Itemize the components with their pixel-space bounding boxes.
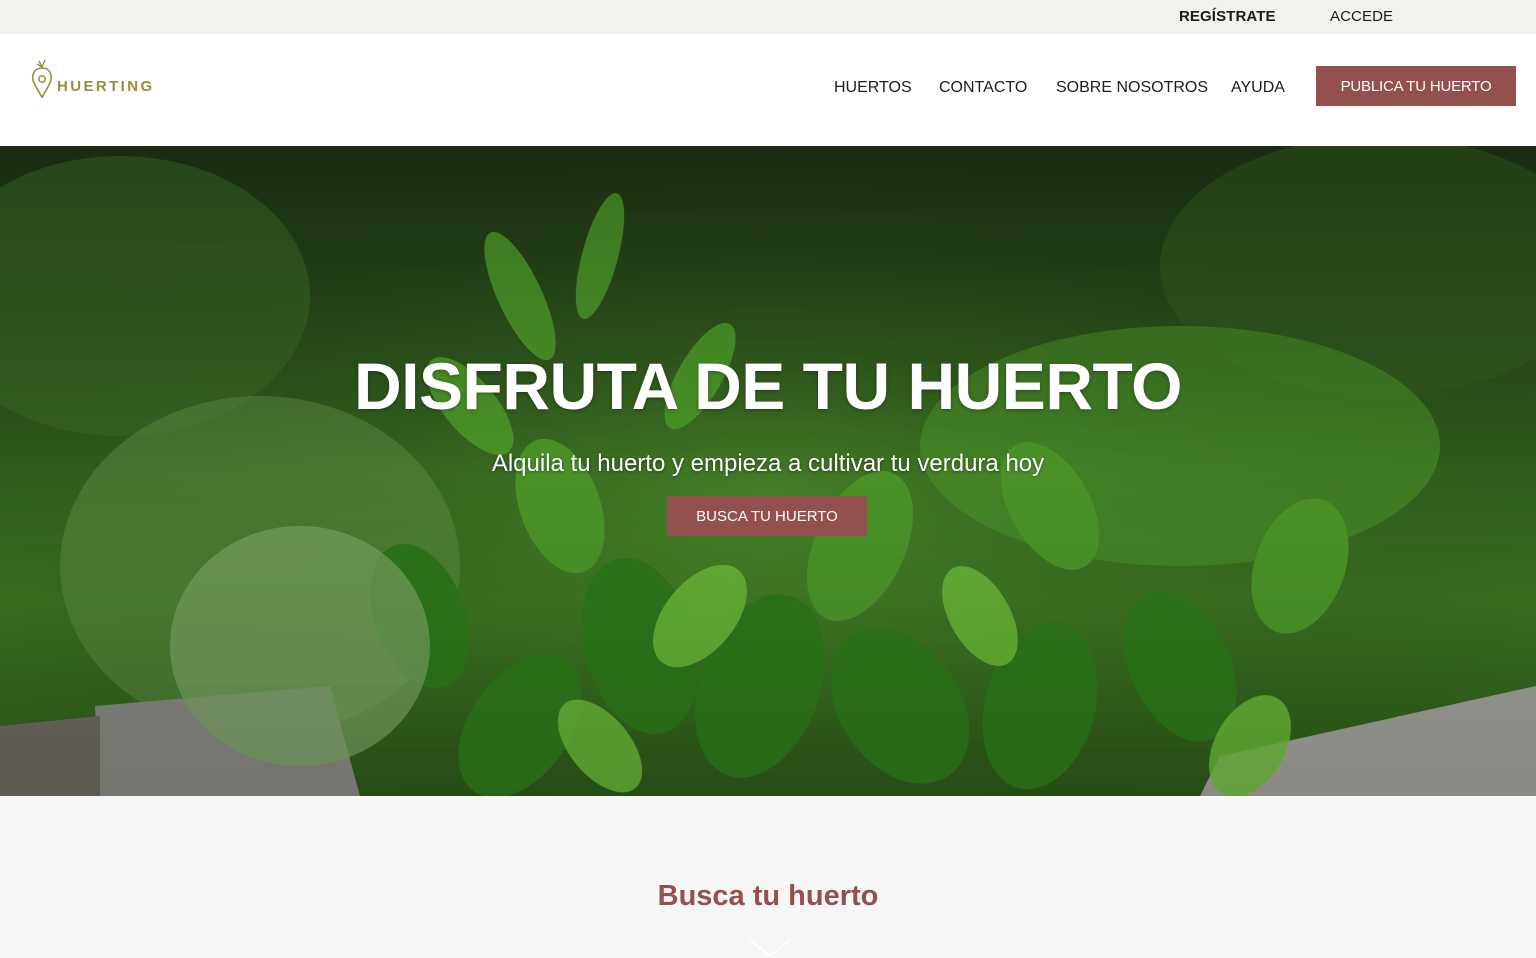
section-title: Busca tu huerto [657, 880, 879, 913]
map-pin-carrot-icon [31, 59, 53, 99]
hero-subtitle: Alquila tu huerto y empieza a cultivar t… [491, 450, 1045, 477]
login-link[interactable]: ACCEDE [1330, 8, 1393, 25]
logo-text: HUERTING [57, 78, 155, 95]
search-section: Busca tu huerto [0, 796, 1536, 958]
main-header: HUERTING HUERTOS CONTACTO SOBRE NOSOTROS… [0, 34, 1536, 146]
chevron-down-icon[interactable] [748, 938, 792, 958]
nav-item-contacto[interactable]: CONTACTO [939, 79, 1027, 97]
register-link[interactable]: REGÍSTRATE [1179, 8, 1276, 25]
logo[interactable]: HUERTING [30, 58, 160, 100]
hero-banner: DISFRUTA DE TU HUERTO Alquila tu huerto … [0, 146, 1536, 796]
nav-item-huertos[interactable]: HUERTOS [834, 79, 912, 97]
search-garden-button[interactable]: BUSCA TU HUERTO [667, 496, 867, 536]
nav-item-ayuda[interactable]: AYUDA [1231, 79, 1285, 97]
publish-garden-button[interactable]: PUBLICA TU HUERTO [1316, 66, 1516, 106]
top-utility-bar: REGÍSTRATE ACCEDE [0, 0, 1536, 34]
nav-item-sobre-nosotros[interactable]: SOBRE NOSOTROS [1056, 79, 1208, 97]
hero-title: DISFRUTA DE TU HUERTO [354, 349, 1182, 424]
